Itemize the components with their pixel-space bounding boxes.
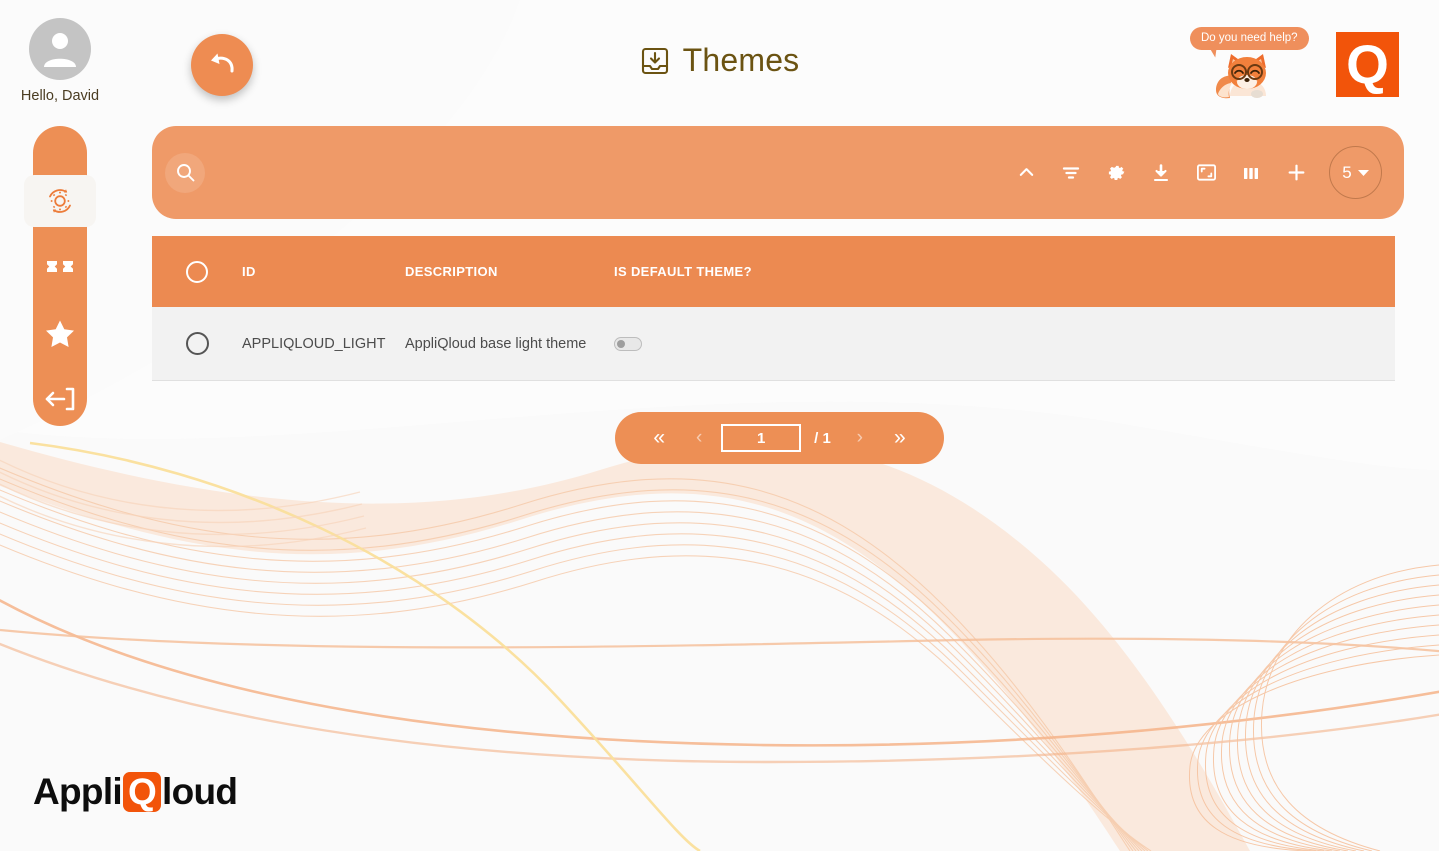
search-icon bbox=[176, 163, 195, 182]
column-header-description[interactable]: DESCRIPTION bbox=[405, 264, 614, 279]
download-icon bbox=[1151, 163, 1171, 183]
prev-page-button[interactable]: ‹ bbox=[681, 420, 717, 456]
brand-text-prefix: Appli bbox=[33, 771, 122, 813]
app-root: Hello, David bbox=[0, 0, 1439, 851]
export-button[interactable] bbox=[1140, 152, 1182, 194]
logout-arrow-icon bbox=[45, 385, 75, 413]
settings-button[interactable] bbox=[1095, 152, 1137, 194]
star-icon bbox=[45, 319, 75, 348]
first-page-button[interactable]: « bbox=[641, 420, 677, 456]
ticket-icon bbox=[46, 255, 74, 279]
last-page-button[interactable]: » bbox=[882, 420, 918, 456]
gear-refresh-icon bbox=[44, 185, 76, 217]
pagination: « ‹ / 1 › » bbox=[615, 412, 944, 464]
sidebar-items bbox=[33, 126, 87, 426]
footer-brand-logo: AppliQloud bbox=[33, 771, 237, 813]
total-pages-label: / 1 bbox=[814, 430, 831, 447]
column-header-is-default[interactable]: IS DEFAULT THEME? bbox=[614, 264, 1395, 279]
sidebar-item-tickets[interactable] bbox=[33, 242, 87, 292]
next-page-button[interactable]: › bbox=[842, 420, 878, 456]
filter-button[interactable] bbox=[1050, 152, 1092, 194]
row-select-cell[interactable] bbox=[152, 332, 242, 355]
search-input[interactable] bbox=[205, 153, 1005, 193]
collapse-button[interactable] bbox=[1005, 152, 1047, 194]
filter-icon bbox=[1061, 163, 1081, 183]
columns-icon bbox=[1241, 163, 1261, 183]
select-all-cell[interactable] bbox=[152, 261, 242, 283]
brand-logo: Q bbox=[1336, 32, 1399, 97]
sidebar-item-logout[interactable] bbox=[33, 374, 87, 424]
cell-is-default bbox=[614, 337, 1395, 351]
help-widget[interactable]: Do you need help? bbox=[1192, 24, 1322, 102]
add-button[interactable] bbox=[1275, 152, 1317, 194]
table-row[interactable]: APPLIQLOUD_LIGHT AppliQloud base light t… bbox=[152, 307, 1395, 381]
gear-icon bbox=[1106, 162, 1127, 183]
sidebar-item-favorites[interactable] bbox=[33, 308, 87, 358]
brand-logo-letter: Q bbox=[1346, 37, 1389, 92]
page-size-selector[interactable]: 5 bbox=[1329, 146, 1382, 199]
column-header-id[interactable]: ID bbox=[242, 264, 405, 279]
columns-button[interactable] bbox=[1230, 152, 1272, 194]
table-header-row: ID DESCRIPTION IS DEFAULT THEME? bbox=[152, 236, 1395, 307]
fullscreen-button[interactable] bbox=[1185, 152, 1227, 194]
brand-text-suffix: loud bbox=[162, 771, 237, 813]
page-size-value: 5 bbox=[1342, 163, 1351, 183]
help-bubble-text: Do you need help? bbox=[1190, 27, 1309, 50]
page-title-text: Themes bbox=[683, 42, 800, 79]
user-greeting: Hello, David bbox=[0, 88, 120, 104]
fullscreen-icon bbox=[1196, 162, 1217, 183]
toggle-knob bbox=[617, 340, 625, 348]
brand-q-badge: Q bbox=[123, 772, 161, 812]
page-number-input[interactable] bbox=[721, 424, 801, 452]
plus-icon bbox=[1286, 162, 1307, 183]
inbox-download-icon bbox=[640, 46, 670, 76]
sidebar-item-settings-refresh[interactable] bbox=[33, 176, 87, 226]
radio-circle-icon[interactable] bbox=[186, 261, 208, 283]
search-button[interactable] bbox=[165, 153, 205, 193]
cell-id: APPLIQLOUD_LIGHT bbox=[242, 336, 405, 352]
is-default-theme-toggle[interactable] bbox=[614, 337, 642, 351]
toolbar-actions: 5 bbox=[1005, 146, 1404, 199]
back-button[interactable] bbox=[191, 34, 253, 96]
chevron-down-icon bbox=[1358, 169, 1369, 177]
radio-circle-icon[interactable] bbox=[186, 332, 209, 355]
search-toolbar: 5 bbox=[152, 126, 1404, 219]
themes-table: ID DESCRIPTION IS DEFAULT THEME? APPLIQL… bbox=[152, 236, 1395, 381]
fox-mascot-icon bbox=[1214, 50, 1280, 102]
cell-description: AppliQloud base light theme bbox=[405, 336, 614, 352]
chevron-up-icon bbox=[1017, 163, 1036, 182]
undo-arrow-icon bbox=[207, 52, 237, 78]
